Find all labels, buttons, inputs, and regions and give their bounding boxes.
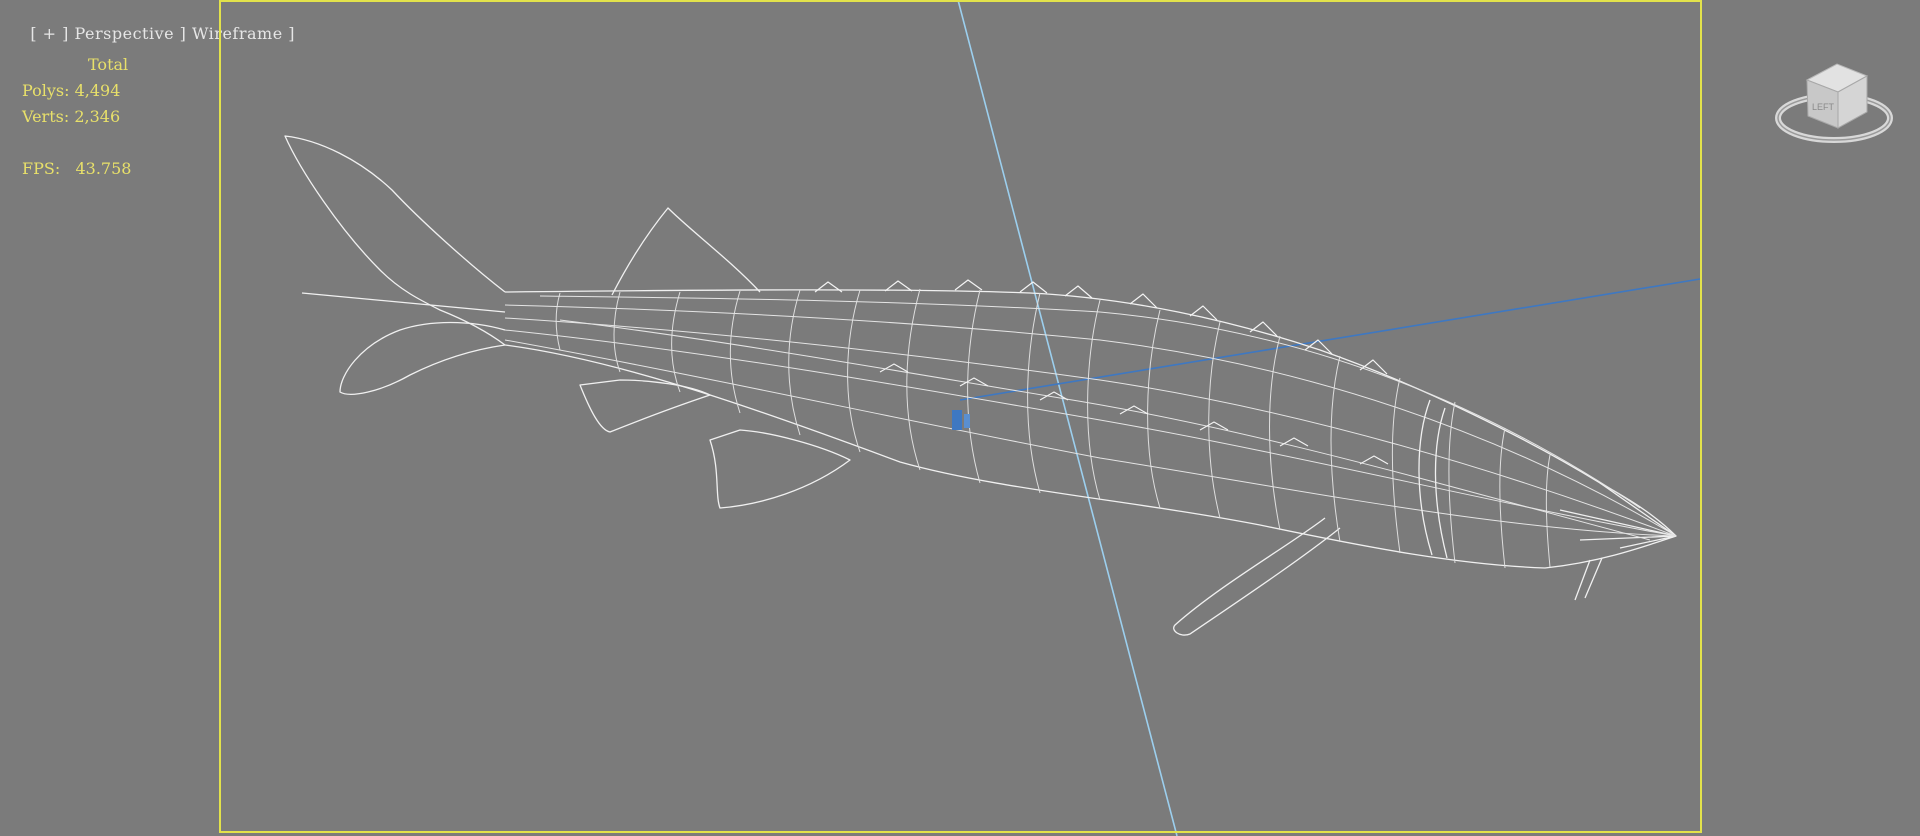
anal-fin	[579, 379, 711, 433]
tail-lower-lobe	[339, 321, 506, 395]
viewcube-icon[interactable]: LEFT	[1772, 50, 1898, 150]
axis-line-light	[957, 0, 1178, 836]
pectoral-fin	[1173, 517, 1341, 636]
dorsal-scutes	[814, 279, 1388, 375]
pivot-gizmo-b	[964, 414, 970, 428]
scene-canvas[interactable]	[0, 0, 1920, 836]
axis-line-dark	[959, 278, 1701, 401]
sturgeon-wireframe-mesh[interactable]	[284, 135, 1677, 636]
dorsal-fin	[611, 207, 761, 296]
viewcube[interactable]: LEFT	[1772, 50, 1898, 150]
pelvic-fin	[709, 429, 851, 509]
tail-spike	[301, 292, 506, 313]
pivot-gizmo[interactable]	[952, 410, 962, 430]
viewcube-face-label: LEFT	[1812, 102, 1835, 112]
perspective-viewport[interactable]: [ + ] Perspective ] Wireframe ] Total Po…	[0, 0, 1920, 836]
barbel	[1574, 557, 1603, 601]
tail-upper-lobe	[284, 135, 506, 346]
mesh-ribs	[555, 288, 1551, 569]
